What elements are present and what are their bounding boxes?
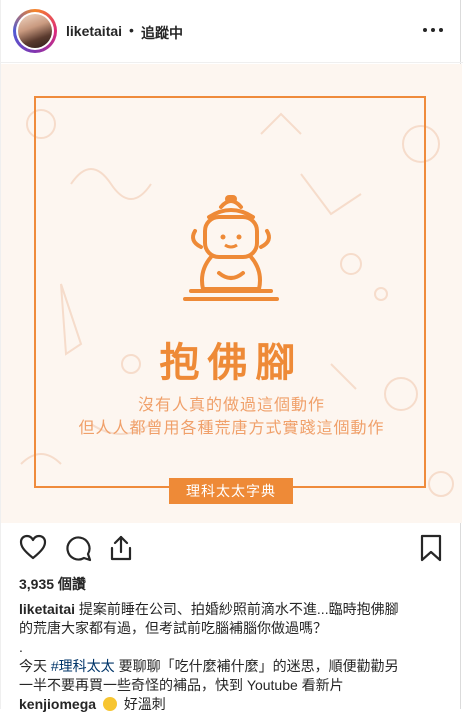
caption: liketaitai 提案前睡在公司、拍婚紗照前滴水不進...臨時抱佛腳 的荒唐… xyxy=(19,600,449,714)
hashtag-link[interactable]: #理科太太 xyxy=(51,658,115,674)
caption-line-3-suffix: 要聊聊「吃什麼補什麼」的迷思，順便勸勸另 xyxy=(114,658,399,674)
comment-icon[interactable] xyxy=(64,534,92,562)
comment-text: 好溫刺 xyxy=(123,696,166,712)
username-link[interactable]: liketaitai xyxy=(66,23,122,39)
post-card: liketaitai • 追蹤中 抱佛腳 沒有人真的做過這個動作 但人人都曾用各… xyxy=(0,0,463,712)
post-image[interactable]: 抱佛腳 沒有人真的做過這個動作 但人人都曾用各種荒唐方式實踐這個動作 理科太太字… xyxy=(1,64,462,523)
post-header: liketaitai • 追蹤中 xyxy=(1,0,463,63)
following-button[interactable]: 追蹤中 xyxy=(141,23,183,43)
separator: • xyxy=(129,22,134,38)
comment-username[interactable]: kenjiomega xyxy=(19,696,96,712)
caption-line-3-prefix: 今天 xyxy=(19,658,51,674)
avatar[interactable] xyxy=(13,9,57,53)
caption-username[interactable]: liketaitai xyxy=(19,601,75,617)
caption-line-1: 提案前睡在公司、拍婚紗照前滴水不進...臨時抱佛腳 xyxy=(78,601,399,617)
caption-line-4: 一半不要再買一些奇怪的補品，快到 Youtube 看新片 xyxy=(19,677,344,693)
bookmark-icon[interactable] xyxy=(419,534,443,562)
dictionary-tag: 理科太太字典 xyxy=(169,478,293,504)
action-bar xyxy=(1,530,462,566)
heart-icon[interactable] xyxy=(19,534,47,560)
buddha-icon xyxy=(183,195,279,301)
post-subtitle-2: 但人人都曾用各種荒唐方式實踐這個動作 xyxy=(78,420,385,437)
caption-line-2: 的荒唐大家都有過，但考試前吃腦補腦你做過嗎？ xyxy=(19,620,327,636)
post-title: 抱佛腳 xyxy=(159,340,304,386)
more-options-icon[interactable] xyxy=(421,20,445,40)
caption-dot: . xyxy=(19,639,23,655)
post-subtitle-1: 沒有人真的做過這個動作 xyxy=(137,397,325,414)
share-icon[interactable] xyxy=(108,534,134,562)
like-count[interactable]: 3,935 個讚 xyxy=(19,574,86,594)
